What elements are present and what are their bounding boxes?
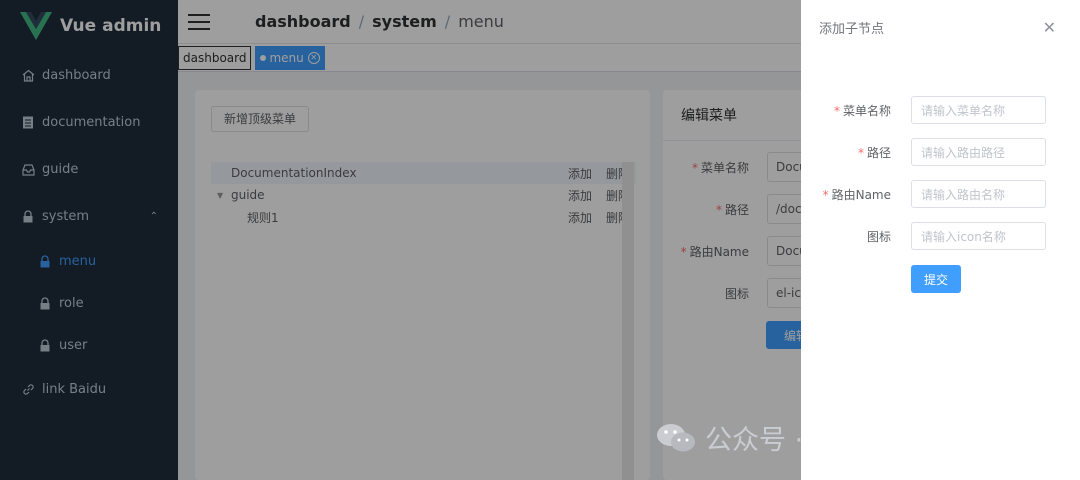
field-label: 图标 xyxy=(866,229,891,244)
drawer-row-menu-name: * 菜单名称 请输入菜单名称 xyxy=(801,96,1080,124)
close-icon[interactable]: ✕ xyxy=(1043,18,1056,37)
path-input[interactable]: 请输入路由路径 xyxy=(911,138,1046,166)
field-label: 菜单名称 xyxy=(842,103,891,118)
drawer-row-icon: 图标 请输入icon名称 xyxy=(801,222,1080,250)
wechat-icon xyxy=(657,423,695,451)
required-mark: * xyxy=(857,145,864,160)
drawer-title: 添加子节点 xyxy=(819,22,885,37)
required-mark: * xyxy=(822,187,829,202)
drawer-row-route-name: * 路由Name 请输入路由名称 xyxy=(801,180,1080,208)
add-child-drawer: 添加子节点 ✕ * 菜单名称 请输入菜单名称 * 路径 请输入路由路径 * 路由Nam… xyxy=(801,0,1080,480)
field-label: 路由Name xyxy=(831,187,891,202)
drawer-overlay[interactable] xyxy=(0,0,801,480)
icon-input[interactable]: 请输入icon名称 xyxy=(911,222,1046,250)
drawer-row-path: * 路径 请输入路由路径 xyxy=(801,138,1080,166)
submit-button[interactable]: 提交 xyxy=(911,265,961,293)
menu-name-input[interactable]: 请输入菜单名称 xyxy=(911,96,1046,124)
required-mark: * xyxy=(833,103,840,118)
field-label: 路径 xyxy=(866,145,891,160)
route-name-input[interactable]: 请输入路由名称 xyxy=(911,180,1046,208)
